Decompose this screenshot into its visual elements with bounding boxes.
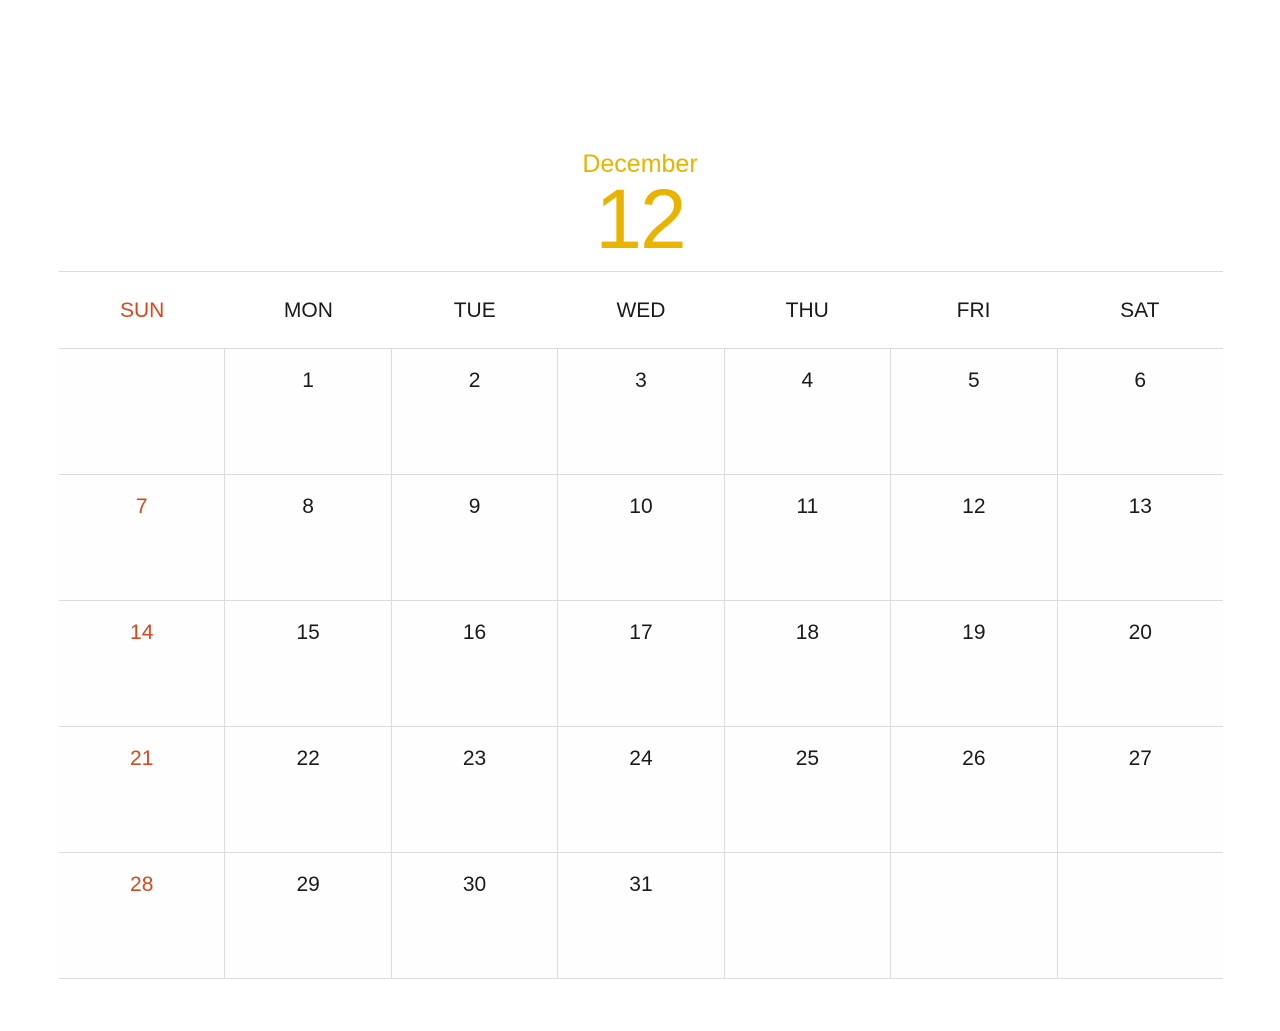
weekday-mon: MON — [283, 299, 333, 322]
day-cell: 24 — [557, 727, 724, 852]
day-cell: 25 — [723, 727, 891, 852]
day-cell: 6 — [1056, 349, 1223, 474]
day-cell: 3 — [557, 349, 724, 474]
calendar-grid: SUN MON TUE WED THU FRI SAT 1 2 3 4 5 6 … — [59, 271, 1223, 979]
week-row: 7 8 9 10 11 12 13 — [59, 475, 1223, 601]
day-cell: 5 — [890, 349, 1057, 474]
day-cell: 4 — [723, 349, 891, 474]
weekday-header-row: SUN MON TUE WED THU FRI SAT — [59, 271, 1223, 349]
day-cell: 9 — [390, 475, 558, 600]
day-cell: 22 — [224, 727, 391, 852]
day-cell — [1056, 853, 1223, 978]
day-cell: 16 — [390, 601, 558, 726]
day-cell: 27 — [1056, 727, 1223, 852]
day-cell: 7 — [59, 475, 225, 600]
weekday-tue: TUE — [453, 299, 496, 322]
week-row: 1 2 3 4 5 6 — [59, 349, 1223, 475]
day-cell: 1 — [224, 349, 391, 474]
week-row: 28 29 30 31 — [59, 853, 1223, 979]
day-cell: 11 — [723, 475, 891, 600]
day-cell: 18 — [723, 601, 891, 726]
day-cell: 20 — [1056, 601, 1223, 726]
day-cell — [59, 349, 225, 474]
day-cell: 8 — [224, 475, 391, 600]
week-row: 21 22 23 24 25 26 27 — [59, 727, 1223, 853]
day-cell: 19 — [890, 601, 1057, 726]
month-number: 12 — [595, 172, 686, 266]
day-cell: 30 — [390, 853, 558, 978]
day-cell: 10 — [557, 475, 724, 600]
weekday-thu: THU — [785, 299, 829, 322]
weekday-fri: FRI — [956, 299, 991, 322]
day-cell — [890, 853, 1057, 978]
day-cell: 2 — [390, 349, 558, 474]
day-cell — [723, 853, 891, 978]
weekday-sat: SAT — [1120, 299, 1160, 322]
day-cell: 29 — [224, 853, 391, 978]
day-cell: 26 — [890, 727, 1057, 852]
weeks: 1 2 3 4 5 6 7 8 9 10 11 12 13 14 15 16 1… — [59, 349, 1223, 979]
weekday-sun: SUN — [119, 299, 165, 322]
day-cell: 21 — [59, 727, 225, 852]
day-cell: 17 — [557, 601, 724, 726]
week-row: 14 15 16 17 18 19 20 — [59, 601, 1223, 727]
day-cell: 31 — [557, 853, 724, 978]
day-cell: 12 — [890, 475, 1057, 600]
day-cell: 28 — [59, 853, 225, 978]
day-cell: 14 — [59, 601, 225, 726]
day-cell: 23 — [390, 727, 558, 852]
day-cell: 15 — [224, 601, 391, 726]
day-cell: 13 — [1056, 475, 1223, 600]
weekday-wed: WED — [616, 299, 666, 322]
